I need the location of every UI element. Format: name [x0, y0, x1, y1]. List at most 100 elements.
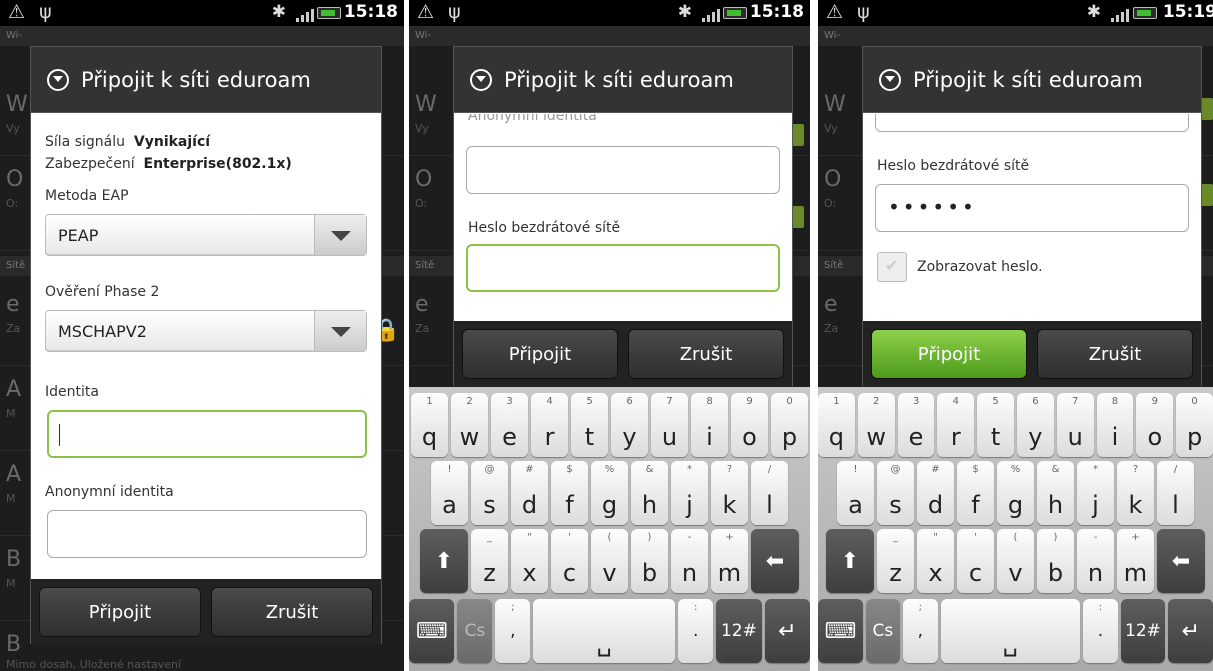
connect-button[interactable]: Připojit: [462, 329, 618, 379]
checkbox-icon[interactable]: [877, 252, 907, 282]
key-q[interactable]: 1q: [818, 393, 855, 457]
anonymous-identity-input[interactable]: [875, 114, 1189, 132]
key-h[interactable]: & h: [631, 461, 668, 525]
period-key[interactable]: :.: [678, 599, 714, 663]
enter-key[interactable]: ↵: [1168, 599, 1213, 663]
key-g[interactable]: % g: [997, 461, 1034, 525]
backspace-key[interactable]: ⬅: [1157, 529, 1205, 593]
key-v[interactable]: (v: [997, 529, 1034, 593]
key-k[interactable]: ? k: [1117, 461, 1154, 525]
key-x[interactable]: " x: [917, 529, 954, 593]
key-n[interactable]: -n: [671, 529, 708, 593]
connect-button[interactable]: Připojit: [871, 329, 1027, 379]
key-m[interactable]: + m: [1117, 529, 1154, 593]
keyboard-row-2: ! a @ s # d $ f% g & h * j? k / l: [409, 461, 810, 525]
key-r[interactable]: 4r: [531, 393, 568, 457]
dialog-buttons: Připojit Zrušit: [31, 579, 381, 645]
password-input[interactable]: ••••••: [875, 184, 1189, 232]
key-r[interactable]: 4r: [937, 393, 975, 457]
bg-header: Wi-: [818, 26, 1213, 46]
notification-icons: ⚠ ψ: [826, 1, 874, 23]
shift-key[interactable]: ⬆: [826, 529, 874, 593]
backspace-key[interactable]: ⬅: [751, 529, 799, 593]
password-value: ••••••: [888, 195, 977, 219]
key-t[interactable]: 5t: [571, 393, 608, 457]
key-l[interactable]: / l: [1157, 461, 1194, 525]
dialog-buttons: Připojit Zrušit: [863, 321, 1201, 387]
anonymous-identity-input[interactable]: [47, 510, 367, 558]
phase2-label: Ověření Phase 2: [45, 284, 160, 300]
language-key[interactable]: Cs: [865, 599, 901, 663]
key-n[interactable]: -n: [1077, 529, 1114, 593]
key-y[interactable]: 6y: [1017, 393, 1054, 457]
comma-key[interactable]: ;,: [495, 599, 531, 663]
key-s[interactable]: @ s: [877, 461, 914, 525]
numbers-key[interactable]: 12#: [1120, 599, 1166, 663]
key-z[interactable]: _ z: [471, 529, 508, 593]
key-v[interactable]: (v: [591, 529, 628, 593]
eap-method-select[interactable]: PEAP: [45, 214, 367, 256]
key-w[interactable]: 2w: [857, 393, 895, 457]
comma-key[interactable]: ;,: [903, 599, 938, 663]
key-h[interactable]: & h: [1037, 461, 1074, 525]
connect-button[interactable]: Připojit: [39, 587, 201, 637]
key-u[interactable]: 7u: [1056, 393, 1094, 457]
battery-icon: [723, 7, 747, 19]
key-y[interactable]: 6y: [611, 393, 648, 457]
cancel-button[interactable]: Zrušit: [628, 329, 784, 379]
password-input[interactable]: [466, 244, 780, 292]
status-bar: ⚠ ψ ✱ 15:18: [409, 0, 810, 26]
anonymous-identity-input[interactable]: [466, 146, 780, 194]
key-b[interactable]: ) b: [631, 529, 668, 593]
key-a[interactable]: ! a: [431, 461, 468, 525]
key-s[interactable]: @ s: [471, 461, 508, 525]
identity-input[interactable]: [47, 410, 367, 458]
key-i[interactable]: 8i: [691, 393, 728, 457]
key-e[interactable]: 3e: [897, 393, 935, 457]
security: Zabezpečení Enterprise(802.1x): [45, 156, 292, 172]
keyboard-row-1: 1q2w3e4r5t6y7u8i9o0p: [818, 393, 1213, 457]
keyboard-settings-key[interactable]: ⌨: [409, 599, 455, 663]
key-j[interactable]: * j: [671, 461, 708, 525]
key-b[interactable]: ) b: [1037, 529, 1074, 593]
key-g[interactable]: % g: [591, 461, 628, 525]
key-m[interactable]: + m: [711, 529, 748, 593]
shift-key[interactable]: ⬆: [420, 529, 468, 593]
space-key[interactable]: ␣: [940, 599, 1081, 663]
key-p[interactable]: 0p: [771, 393, 808, 457]
key-l[interactable]: / l: [751, 461, 788, 525]
key-w[interactable]: 2w: [451, 393, 488, 457]
key-o[interactable]: 9o: [1136, 393, 1174, 457]
language-key[interactable]: Cs: [457, 599, 493, 663]
key-c[interactable]: ' c: [551, 529, 588, 593]
cancel-button[interactable]: Zrušit: [211, 587, 373, 637]
key-d[interactable]: # d: [511, 461, 548, 525]
cancel-button[interactable]: Zrušit: [1037, 329, 1193, 379]
key-u[interactable]: 7u: [651, 393, 688, 457]
key-q[interactable]: 1q: [411, 393, 448, 457]
key-p[interactable]: 0p: [1176, 393, 1213, 457]
keyboard-settings-key[interactable]: ⌨: [818, 599, 863, 663]
period-key[interactable]: :.: [1083, 599, 1118, 663]
key-c[interactable]: ' c: [957, 529, 994, 593]
key-j[interactable]: * j: [1077, 461, 1114, 525]
key-f[interactable]: $ f: [551, 461, 588, 525]
key-a[interactable]: ! a: [837, 461, 874, 525]
key-o[interactable]: 9o: [731, 393, 768, 457]
enter-key[interactable]: ↵: [764, 599, 810, 663]
battery-icon: [1133, 7, 1157, 19]
signal-icon: [296, 8, 314, 22]
space-key[interactable]: ␣: [533, 599, 676, 663]
key-d[interactable]: # d: [917, 461, 954, 525]
phase2-select[interactable]: MSCHAPV2: [45, 310, 367, 352]
key-i[interactable]: 8i: [1096, 393, 1134, 457]
numbers-key[interactable]: 12#: [716, 599, 762, 663]
dialog-body: Síla signálu Vynikající Zabezpečení Ente…: [31, 114, 381, 579]
key-t[interactable]: 5t: [977, 393, 1014, 457]
key-x[interactable]: " x: [511, 529, 548, 593]
key-z[interactable]: _ z: [877, 529, 914, 593]
key-k[interactable]: ? k: [711, 461, 748, 525]
show-password-row[interactable]: Zobrazovat heslo.: [877, 252, 1043, 282]
key-e[interactable]: 3e: [491, 393, 528, 457]
key-f[interactable]: $ f: [957, 461, 994, 525]
